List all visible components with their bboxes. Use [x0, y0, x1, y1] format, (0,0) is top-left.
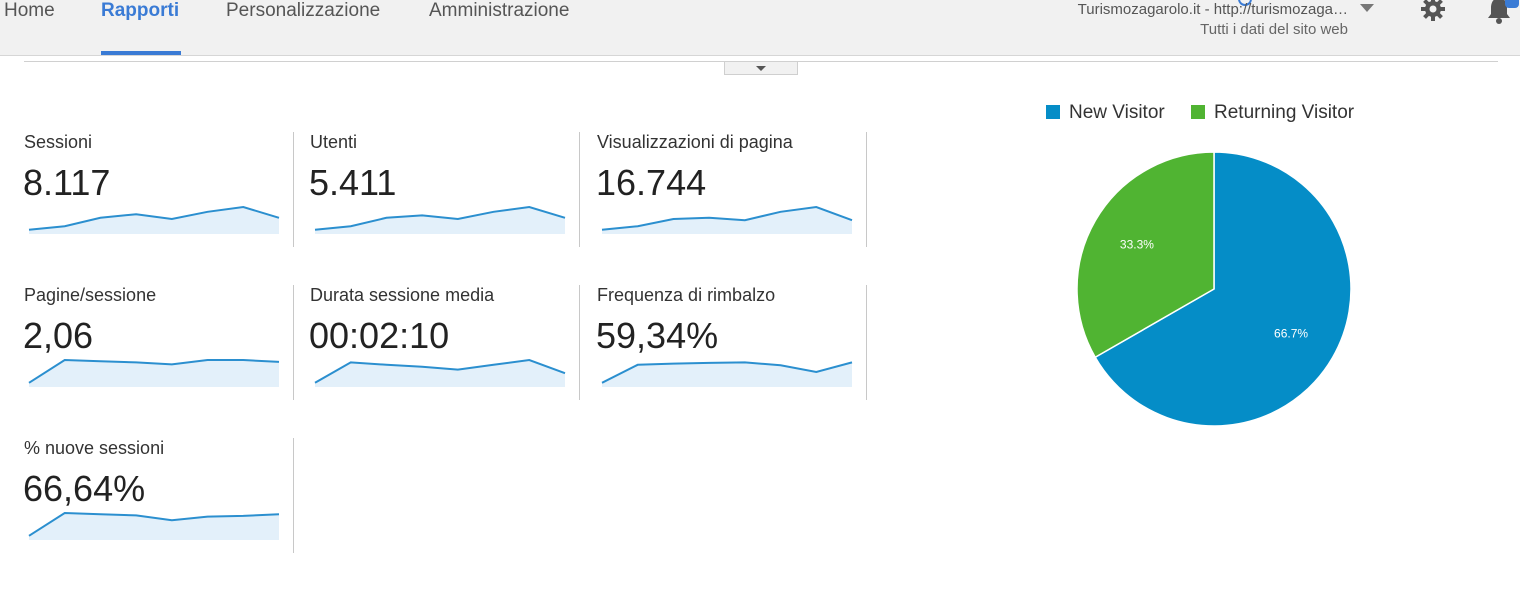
card-separator	[293, 132, 294, 247]
sparkline-area	[315, 207, 565, 234]
sparkline	[28, 511, 280, 540]
metric-label: Frequenza di rimbalzo	[597, 285, 776, 305]
card-separator	[866, 132, 867, 247]
metric-label: Sessioni	[24, 132, 93, 152]
metric-label: % nuove sessioni	[24, 438, 165, 458]
metric-value: 00:02:10	[309, 315, 450, 356]
legend-swatch	[1046, 105, 1060, 119]
card-separator	[293, 438, 294, 553]
legend-label: New Visitor	[1069, 102, 1165, 123]
pie-data-label: 33.3%	[1120, 237, 1154, 251]
sparkline	[601, 205, 853, 234]
tab-home[interactable]: Home	[4, 0, 55, 55]
tab-amministrazione[interactable]: Amministrazione	[429, 0, 569, 55]
sparkline	[314, 205, 566, 234]
tab-personalizzazione[interactable]: Personalizzazione	[226, 0, 380, 55]
metric-label: Visualizzazioni di pagina	[597, 132, 793, 152]
sparkline-area	[602, 207, 852, 234]
account-property[interactable]: Turismozagarolo.it - http://turismozaga…	[1078, 0, 1348, 20]
collapse-toggle-button[interactable]	[724, 62, 798, 75]
card-separator	[293, 285, 294, 400]
metric-nuove-sessioni[interactable]: % nuove sessioni 66,64%	[23, 438, 294, 553]
legend-label: Returning Visitor	[1214, 102, 1355, 123]
metric-pagine-sessione[interactable]: Pagine/sessione 2,06	[23, 285, 294, 400]
pie-data-label: 66.7%	[1274, 327, 1308, 341]
metric-label: Utenti	[310, 132, 358, 152]
sparkline	[601, 361, 853, 387]
top-navigation: Home Rapporti Personalizzazione Amminist…	[0, 0, 1520, 56]
metric-value: 16.744	[596, 162, 707, 203]
metric-value: 59,34%	[596, 315, 719, 356]
tab-rapporti[interactable]: Rapporti	[101, 0, 181, 55]
metric-durata-sessione-media[interactable]: Durata sessione media 00:02:10	[309, 285, 580, 400]
sparkline-area	[315, 360, 565, 387]
gear-icon[interactable]	[1420, 0, 1446, 22]
metric-sessioni[interactable]: Sessioni 8.117	[23, 132, 294, 247]
sparkline-area	[602, 362, 852, 387]
metric-value: 66,64%	[23, 468, 146, 509]
card-separator	[579, 132, 580, 247]
notification-badge[interactable]	[1505, 0, 1519, 8]
chevron-down-icon[interactable]	[1360, 4, 1374, 12]
sparkline	[28, 205, 280, 234]
sparkline	[314, 358, 566, 387]
metric-value: 8.117	[23, 162, 111, 203]
legend-swatch	[1191, 105, 1205, 119]
metric-label: Pagine/sessione	[24, 285, 157, 305]
metric-label: Durata sessione media	[310, 285, 495, 305]
metric-value: 2,06	[23, 315, 94, 356]
account-view[interactable]: Tutti i dati del sito web	[1078, 20, 1348, 40]
card-separator	[579, 285, 580, 400]
sparkline-area	[29, 207, 279, 234]
card-separator	[866, 285, 867, 400]
pie-chart: 66.7% 33.3%	[1076, 151, 1352, 427]
sparkline	[28, 358, 280, 387]
metric-visualizzazioni-di-pagina[interactable]: Visualizzazioni di pagina 16.744	[596, 132, 867, 247]
account-selector[interactable]: Turismozagarolo.it - http://turismozaga……	[1078, 0, 1348, 40]
metric-value: 5.411	[309, 162, 397, 203]
metric-utenti[interactable]: Utenti 5.411	[309, 132, 580, 247]
metric-frequenza-di-rimbalzo[interactable]: Frequenza di rimbalzo 59,34%	[596, 285, 867, 400]
